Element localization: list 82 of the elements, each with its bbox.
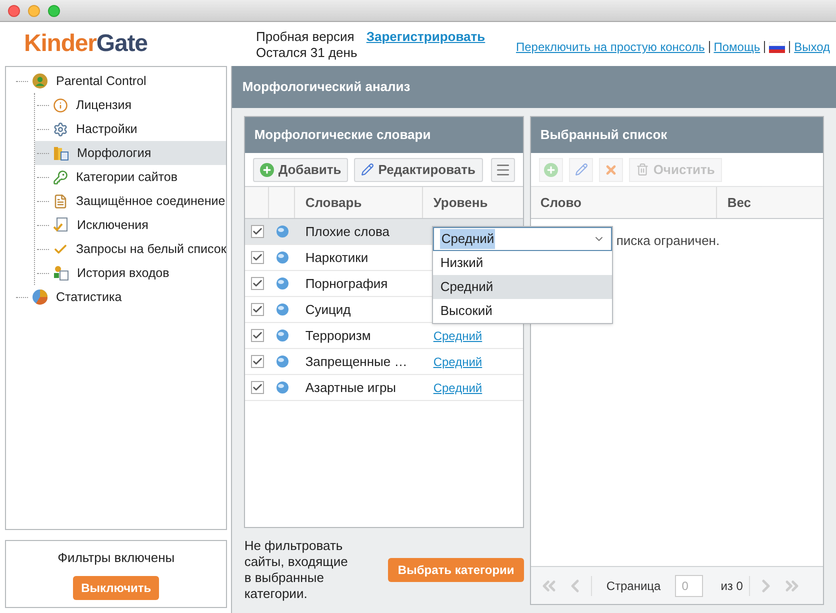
- globe-icon: [276, 277, 289, 290]
- gear-icon: [53, 122, 68, 136]
- pie-chart-icon: [32, 289, 48, 305]
- table-row[interactable]: Азартные игры Средний: [245, 375, 524, 401]
- column-header[interactable]: Вес: [717, 187, 824, 218]
- tree-item[interactable]: Категории сайтов: [35, 165, 226, 189]
- table-cell-text: Запрещенные …: [304, 352, 408, 371]
- tree-item[interactable]: Исключения: [35, 213, 226, 237]
- info-icon: [53, 98, 68, 112]
- add-button[interactable]: Добавить: [253, 158, 348, 182]
- filter-status: Фильтры включены: [58, 549, 175, 568]
- globe-icon: [276, 225, 289, 238]
- panel-title: Морфологические словари: [245, 117, 524, 153]
- delete-button[interactable]: [599, 158, 624, 182]
- trash-icon: [636, 163, 650, 176]
- tree-item[interactable]: Статистика: [14, 285, 226, 309]
- logo: KinderGate: [24, 29, 148, 59]
- checkbox[interactable]: [250, 277, 264, 290]
- close-icon: [604, 162, 618, 176]
- tree-item[interactable]: Настройки: [35, 117, 226, 141]
- table-cell-text: Азартные игры: [304, 378, 398, 397]
- dropdown-option[interactable]: Средний: [433, 275, 612, 299]
- close-button[interactable]: [8, 4, 20, 16]
- plus-icon: [544, 162, 558, 176]
- certificate-icon: [53, 194, 68, 208]
- minimize-button[interactable]: [28, 4, 40, 16]
- main-header: Морфологический анализ: [232, 66, 836, 108]
- checkbox[interactable]: [250, 251, 264, 264]
- column-header[interactable]: Словарь: [295, 187, 424, 218]
- checkbox[interactable]: [250, 303, 264, 316]
- menu-icon: [495, 162, 512, 178]
- checkbox[interactable]: [250, 381, 264, 394]
- level-combo-field[interactable]: Средний: [433, 227, 612, 251]
- tree-item[interactable]: Защищённое соединение: [35, 189, 226, 213]
- table-row[interactable]: Запрещенные … Средний: [245, 349, 524, 375]
- plus-icon: [260, 162, 274, 176]
- pencil-icon: [361, 163, 374, 176]
- table-cell-text: Терроризм: [304, 326, 372, 345]
- filter-note: Не фильтровать сайты, входящие в выбранные категории.: [244, 538, 349, 602]
- tree-item[interactable]: Морфология: [35, 141, 226, 165]
- table-cell-text: Наркотики: [304, 248, 370, 267]
- tree-item[interactable]: Запросы на белый список: [35, 237, 226, 261]
- key-icon: [53, 170, 68, 184]
- table-cell-text: Плохие слова: [304, 222, 391, 241]
- globe-icon: [276, 355, 289, 368]
- tree-item[interactable]: История входов: [35, 261, 226, 285]
- level-link[interactable]: Средний: [423, 352, 492, 370]
- register-link[interactable]: Зарегистрировать: [366, 29, 486, 45]
- menu-button[interactable]: [491, 158, 516, 182]
- header-link[interactable]: Переключить на простую консоль: [516, 38, 705, 56]
- globe-icon: [276, 381, 289, 394]
- logout-link[interactable]: Выход: [794, 38, 830, 56]
- globe-icon: [276, 251, 289, 264]
- person-document-icon: [53, 265, 69, 281]
- panel-title: Выбранный список: [531, 117, 824, 153]
- globe-icon: [276, 303, 289, 316]
- books-icon: [53, 145, 69, 161]
- checkbox[interactable]: [250, 355, 264, 368]
- globe-icon: [276, 329, 289, 342]
- pencil-icon: [574, 163, 588, 176]
- trial-label: Пробная версия: [256, 29, 354, 45]
- zoom-button[interactable]: [48, 4, 60, 16]
- flag-icon[interactable]: [769, 42, 786, 52]
- header-link[interactable]: Помощь: [714, 38, 760, 56]
- empty-list-text: писка ограничен.: [616, 233, 720, 248]
- table-cell-text: Суицид: [304, 300, 352, 319]
- tree-item[interactable]: Лицензия: [35, 93, 226, 117]
- table-cell-text: Порнография: [304, 274, 389, 293]
- days-left-text: Остался 31 день: [256, 45, 358, 61]
- edit-button[interactable]: Редактировать: [354, 158, 482, 182]
- column-header[interactable]: Уровень: [423, 187, 524, 218]
- document-check-icon: [53, 217, 69, 233]
- checkbox[interactable]: [250, 225, 264, 238]
- person-icon: [32, 73, 48, 89]
- level-link[interactable]: Средний: [423, 326, 492, 344]
- checkbox[interactable]: [250, 329, 264, 342]
- level-link[interactable]: Средний: [423, 378, 492, 396]
- page-count: из 0: [720, 578, 743, 594]
- page-label: Страница: [606, 578, 661, 594]
- column-header[interactable]: Слово: [531, 187, 718, 218]
- tree-item[interactable]: Parental Control: [14, 69, 226, 93]
- edit-button[interactable]: [569, 158, 594, 182]
